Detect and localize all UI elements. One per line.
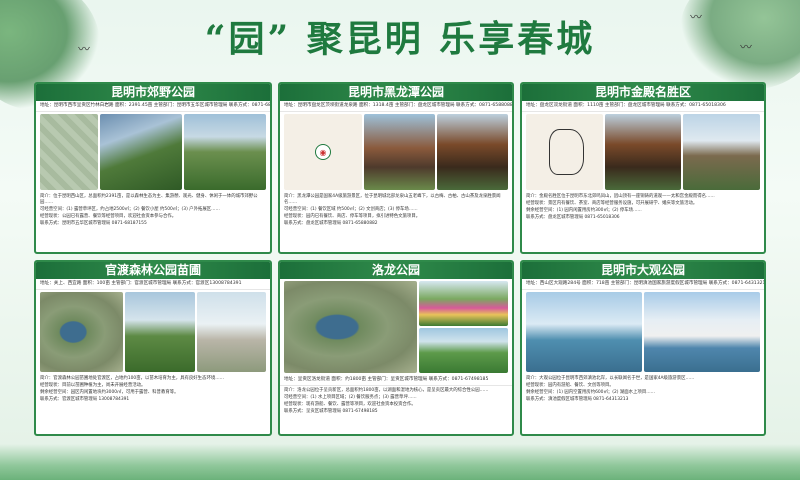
desc-status: 经营现状：现有游船、餐饮、露营等项目，欢迎社会资本投资合作。 bbox=[284, 402, 416, 407]
desc-contact: 联系方式：滇池度假区城市管理局 0871-64313213 bbox=[526, 397, 629, 402]
desc-intro: 简介：金殿名胜区位于昆明市东北郊鸣凤山，因山顶有一座铜铸的道观——太和宫金殿而得… bbox=[526, 194, 715, 199]
photo-row: ◉ bbox=[280, 112, 512, 192]
park-name: 官渡森林公园苗圃 bbox=[36, 262, 270, 279]
grass-decoration bbox=[0, 444, 800, 480]
desc-contact: 联系方式：呈贡区城市管理局 0871-67498185 bbox=[284, 409, 378, 414]
desc-space: 可经营空间：(1) 水上项目区域；(2) 餐饮服务点；(3) 露营草坪…… bbox=[284, 395, 417, 400]
park-info: 地址：呈贡区洛龙街道 面积：约1800亩 主管部门：呈贡区城市管理局 联系方式：… bbox=[280, 375, 512, 386]
park-photo bbox=[644, 292, 760, 372]
desc-intro: 简介：官渡森林公园苗圃地处官渡区，占地约100亩，以苗木培育为主，具有良好生态环… bbox=[40, 376, 225, 381]
location-pin-icon: ◉ bbox=[315, 144, 332, 160]
photo-row bbox=[522, 112, 764, 192]
desc-status: 经营现状：园内已有餐饮、商店、停车等项目，拟引进特色文旅项目。 bbox=[284, 214, 421, 219]
desc-contact: 联系方式：盘龙区城市管理局 0871-65018306 bbox=[526, 215, 620, 220]
park-info: 地址：西山区大观路284号 面积：718亩 主管部门：昆明滇池国家旅游度假区城市… bbox=[522, 279, 764, 290]
park-photo bbox=[437, 114, 508, 190]
park-photo bbox=[419, 328, 508, 373]
desc-contact: 联系方式：官渡区城市管理局 13008784391 bbox=[40, 397, 130, 402]
park-photo bbox=[183, 114, 266, 190]
desc-contact: 联系方式：昆明市五华区城市管理局 0871-68187155 bbox=[40, 221, 147, 226]
map-image bbox=[40, 292, 124, 372]
park-name: 昆明市大观公园 bbox=[522, 262, 764, 279]
desc-status: 经营现状：公园已有露营、餐饮等经营项目，欢迎社会资本参与合作。 bbox=[40, 214, 177, 219]
park-photo bbox=[604, 114, 682, 190]
park-description: 简介：位于昆明西山区，总面积约2391亩，是以森林生态为主、集游憩、观光、健身、… bbox=[36, 192, 270, 230]
desc-intro: 简介：位于昆明西山区，总面积约2391亩，是以森林生态为主、集游憩、观光、健身、… bbox=[40, 194, 258, 205]
park-info: 地址：关上、西宜路 面积：100亩 主管部门：官渡区城市管理局 联系方式：官渡区… bbox=[36, 279, 270, 290]
park-description: 简介：金殿名胜区位于昆明市东北郊鸣凤山，因山顶有一座铜铸的道观——太和宫金殿而得… bbox=[522, 192, 764, 224]
park-description: 简介：洛龙公园位于呈贡新区，总面积约1800亩，以湖面和湿地为核心，是呈贡区最大… bbox=[280, 386, 512, 418]
park-name: 洛龙公园 bbox=[280, 262, 512, 279]
park-info: 地址：盘龙区双龙街道 面积：1110亩 主管部门：盘龙区城市管理局 联系方式：0… bbox=[522, 101, 764, 112]
photo-row bbox=[36, 290, 270, 374]
park-card-guandu: 官渡森林公园苗圃 地址：关上、西宜路 面积：100亩 主管部门：官渡区城市管理局… bbox=[34, 260, 272, 436]
map-image: ◉ bbox=[284, 114, 363, 190]
park-card-daguan: 昆明市大观公园 地址：西山区大观路284号 面积：718亩 主管部门：昆明滇池国… bbox=[520, 260, 766, 436]
desc-intro: 简介：大观公园位于昆明市西郊滇池北岸，以长联闻名于世，是国家4A级旅游景区…… bbox=[526, 376, 695, 381]
desc-contact: 联系方式：盘龙区城市管理局 0871-65880882 bbox=[284, 221, 378, 226]
park-photo bbox=[419, 281, 508, 326]
park-card-heilongtan: 昆明市黑龙潭公园 地址：昆明市盘龙区茨坝街道龙泉路 面积：1318.4亩 主管部… bbox=[278, 82, 514, 254]
desc-intro: 简介：黑龙潭公园是国家4A级旅游景区，位于昆明城北部龙泉山五老峰下，以古梅、古柏… bbox=[284, 194, 501, 205]
park-name: 昆明市金殿名胜区 bbox=[522, 84, 764, 101]
desc-space: 可经营空间：(1) 露营草坪区，约占地2500㎡；(2) 餐饮小屋 约500㎡；… bbox=[40, 207, 220, 212]
map-image bbox=[284, 281, 418, 373]
park-photo bbox=[526, 292, 642, 372]
map-image bbox=[40, 114, 98, 190]
park-description: 简介：黑龙潭公园是国家4A级旅游景区，位于昆明城北部龙泉山五老峰下，以古梅、古柏… bbox=[280, 192, 512, 230]
desc-status: 经营现状：目前以苗圃种植为主，尚未开展经营活动。 bbox=[40, 383, 146, 388]
park-card-jiaoye: 昆明市郊野公园 地址：昆明市西市呈贡区竹林白岩路 面积：2391.45亩 主管部… bbox=[34, 82, 272, 254]
park-description: 简介：官渡森林公园苗圃地处官渡区，占地约100亩，以苗木培育为主，具有良好生态环… bbox=[36, 374, 270, 406]
desc-space: 剩余经营空间：(1) 园内闲置用房约300㎡；(2) 停车场…… bbox=[526, 208, 642, 213]
park-photo bbox=[125, 292, 195, 372]
park-name: 昆明市郊野公园 bbox=[36, 84, 270, 101]
desc-intro: 简介：洛龙公园位于呈贡新区，总面积约1800亩，以湖面和湿地为核心，是呈贡区最大… bbox=[284, 388, 489, 393]
desc-status: 经营现状：景区内有餐饮、茶室、商店等经营服务设施，可开展研学、婚庆等文旅活动。 bbox=[526, 201, 698, 206]
desc-space: 可经营空间：(1) 餐饮区域 约500㎡；(2) 文创商店；(3) 停车场…… bbox=[284, 207, 418, 212]
park-card-luolong: 洛龙公园 地址：呈贡区洛龙街道 面积：约1800亩 主管部门：呈贡区城市管理局 … bbox=[278, 260, 514, 436]
desc-space: 剩余经营空间：园区内闲置地块约3000㎡，可用于露营、科普教育等。 bbox=[40, 390, 179, 395]
park-photo bbox=[196, 292, 266, 372]
desc-space: 剩余经营空间：(1) 园内空置用房约600㎡；(2) 湖面水上项目…… bbox=[526, 390, 655, 395]
park-photo bbox=[683, 114, 761, 190]
park-photo bbox=[99, 114, 182, 190]
photo-row bbox=[36, 112, 270, 192]
page-title: “园” 聚昆明 乐享春城 bbox=[204, 18, 596, 60]
map-image bbox=[526, 114, 603, 190]
photo-row bbox=[522, 290, 764, 374]
park-description: 简介：大观公园位于昆明市西郊滇池北岸，以长联闻名于世，是国家4A级旅游景区…… … bbox=[522, 374, 764, 406]
park-name: 昆明市黑龙潭公园 bbox=[280, 84, 512, 101]
park-info: 地址：昆明市西市呈贡区竹林白岩路 面积：2391.45亩 主管部门：昆明市五华区… bbox=[36, 101, 270, 112]
park-photo bbox=[364, 114, 436, 190]
park-card-jindian: 昆明市金殿名胜区 地址：盘龙区双龙街道 面积：1110亩 主管部门：盘龙区城市管… bbox=[520, 82, 766, 254]
photo-row bbox=[280, 279, 512, 375]
desc-status: 经营现状：园内有游船、餐饮、文创等项目。 bbox=[526, 383, 614, 388]
park-info: 地址：昆明市盘龙区茨坝街道龙泉路 面积：1318.4亩 主管部门：盘龙区城市管理… bbox=[280, 101, 512, 112]
photo-stack bbox=[419, 281, 508, 373]
